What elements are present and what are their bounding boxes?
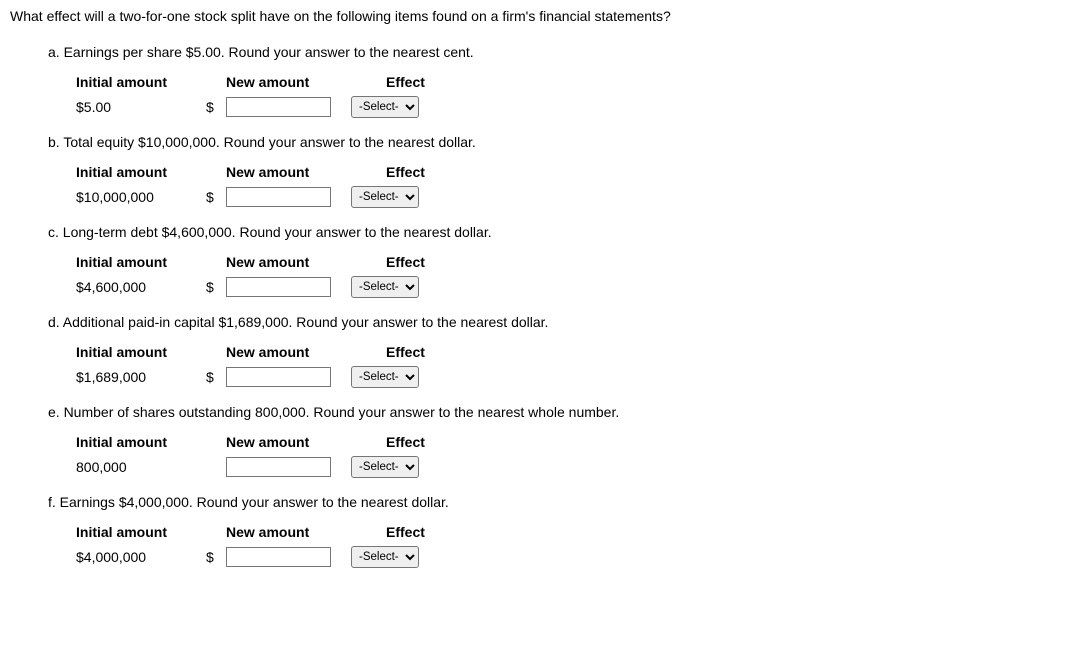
effect-select-c[interactable]: -Select- — [351, 276, 419, 298]
header-effect: Effect — [386, 524, 425, 540]
effect-select-f[interactable]: -Select- — [351, 546, 419, 568]
header-initial: Initial amount — [76, 344, 221, 360]
header-effect: Effect — [386, 344, 425, 360]
new-amount-input-e[interactable] — [226, 457, 331, 477]
question-text: What effect will a two-for-one stock spl… — [10, 8, 1070, 24]
new-amount-input-d[interactable] — [226, 367, 331, 387]
header-effect: Effect — [386, 434, 425, 450]
dollar-sign: $ — [206, 189, 221, 205]
sub-question-a: a. Earnings per share $5.00. Round your … — [48, 44, 1070, 118]
effect-select-a[interactable]: -Select- — [351, 96, 419, 118]
header-initial: Initial amount — [76, 74, 221, 90]
sub-question-e-text: e. Number of shares outstanding 800,000.… — [48, 404, 1070, 420]
sub-question-a-text: a. Earnings per share $5.00. Round your … — [48, 44, 1070, 60]
sub-question-b: b. Total equity $10,000,000. Round your … — [48, 134, 1070, 208]
header-new: New amount — [226, 254, 386, 270]
header-new: New amount — [226, 344, 386, 360]
header-effect: Effect — [386, 164, 425, 180]
dollar-sign: $ — [206, 99, 221, 115]
header-effect: Effect — [386, 74, 425, 90]
header-new: New amount — [226, 524, 386, 540]
header-initial: Initial amount — [76, 524, 221, 540]
sub-question-c-text: c. Long-term debt $4,600,000. Round your… — [48, 224, 1070, 240]
initial-value-b: $10,000,000 — [76, 189, 206, 205]
header-new: New amount — [226, 74, 386, 90]
new-amount-input-b[interactable] — [226, 187, 331, 207]
initial-value-f: $4,000,000 — [76, 549, 206, 565]
header-new: New amount — [226, 164, 386, 180]
initial-value-a: $5.00 — [76, 99, 206, 115]
effect-select-b[interactable]: -Select- — [351, 186, 419, 208]
new-amount-input-c[interactable] — [226, 277, 331, 297]
effect-select-e[interactable]: -Select- — [351, 456, 419, 478]
effect-select-d[interactable]: -Select- — [351, 366, 419, 388]
header-new: New amount — [226, 434, 386, 450]
sub-question-e: e. Number of shares outstanding 800,000.… — [48, 404, 1070, 478]
header-initial: Initial amount — [76, 164, 221, 180]
dollar-sign: $ — [206, 549, 221, 565]
sub-question-d: d. Additional paid-in capital $1,689,000… — [48, 314, 1070, 388]
header-initial: Initial amount — [76, 434, 221, 450]
dollar-sign: $ — [206, 369, 221, 385]
sub-question-b-text: b. Total equity $10,000,000. Round your … — [48, 134, 1070, 150]
new-amount-input-f[interactable] — [226, 547, 331, 567]
initial-value-c: $4,600,000 — [76, 279, 206, 295]
header-effect: Effect — [386, 254, 425, 270]
sub-question-f-text: f. Earnings $4,000,000. Round your answe… — [48, 494, 1070, 510]
dollar-sign: $ — [206, 279, 221, 295]
new-amount-input-a[interactable] — [226, 97, 331, 117]
header-initial: Initial amount — [76, 254, 221, 270]
sub-question-f: f. Earnings $4,000,000. Round your answe… — [48, 494, 1070, 568]
initial-value-e: 800,000 — [76, 459, 206, 475]
sub-question-c: c. Long-term debt $4,600,000. Round your… — [48, 224, 1070, 298]
initial-value-d: $1,689,000 — [76, 369, 206, 385]
sub-question-d-text: d. Additional paid-in capital $1,689,000… — [48, 314, 1070, 330]
